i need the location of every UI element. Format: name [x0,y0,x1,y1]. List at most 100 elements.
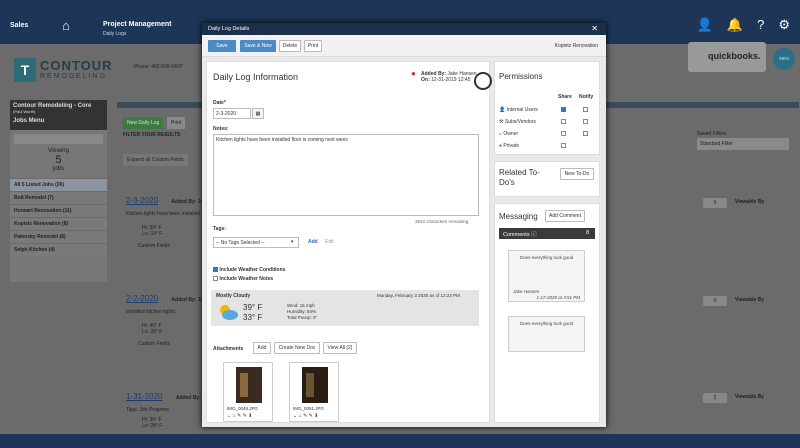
attachment-actions-icon[interactable]: ⌄ ⌂ ✎ ✎ ⬇ [293,413,318,419]
print-list-button[interactable]: Print [167,117,186,129]
notify-checkbox[interactable] [583,107,588,112]
project-management-sub: Daily Logs [103,31,127,37]
entry-comment-count[interactable]: 2 [703,393,727,403]
viewing-count: Viewing 5 jobs [48,148,69,172]
job-name: Kopietz Renovation [554,43,598,49]
permissions-title: Permissions [499,72,543,81]
company-user: (Paul Wurth) [13,109,36,114]
save-button[interactable]: Save [208,40,236,52]
view-all-button[interactable]: View All (2) [323,342,357,354]
sales-menu[interactable]: Sales [10,22,28,29]
attachment-add-button[interactable]: Add [253,342,271,354]
saved-filters-select[interactable]: Standard Filter [697,138,789,150]
notify-column-label: Notify [579,94,594,100]
modal-header: Daily Log Details ✕ [202,23,606,35]
weather-panel: Mostly Cloudy Monday, February 3 2020 as… [211,290,479,326]
attachment-actions-icon[interactable]: ⌄ ⌂ ✎ ✎ ⬇ [227,413,252,419]
log-entry[interactable]: 2-2-2020 Added By: Ja Installed kitchen … [126,294,203,347]
user-icon[interactable]: 👤 [697,17,713,33]
job-item[interactable]: Kopietz Renovation (8) [10,217,107,230]
comments-count: 8 [585,230,589,236]
attachments-label: Attachments [213,346,244,352]
bottom-bar [0,434,800,448]
comment-note: Does everything look good [508,316,585,352]
home-icon[interactable]: ⌂ [62,18,70,33]
messaging-card: Messaging Add Comment Comments ⓘ 8 Does … [494,203,600,423]
comment-time: 1-17-2020 at 3:51 PM [536,295,580,300]
bell-icon[interactable]: 🔔 [727,17,743,33]
modal-toolbar: Save Save & New Delete Print Kopietz Ren… [202,35,606,57]
weather-datetime: Monday, February 3 2020 as of 12:23 PM [377,293,460,298]
notify-checkbox[interactable] [583,119,588,124]
modal-body: Daily Log Information ● Added By: Jake H… [202,57,606,427]
project-management-menu[interactable]: Project Management [103,21,171,28]
save-and-new-button[interactable]: Save & New [240,40,276,52]
share-checkbox[interactable] [561,107,566,112]
notes-textarea[interactable]: Kitchen lights have been installed floor… [213,134,479,216]
section-title: Daily Log Information [213,72,299,82]
job-item[interactable]: Horwart Renovation (11) [10,204,107,217]
job-item[interactable]: All 5 Listed Jobs (36) [10,178,107,191]
include-weather-checkbox[interactable]: Include Weather Conditions [213,267,285,273]
added-by: Added By: Jake Hansen On: 12-31-2019 12:… [421,71,477,83]
notes-label: Notes: [213,126,229,132]
job-item[interactable]: Selph Kitchen (4) [10,243,107,256]
new-daily-log-button[interactable]: New Daily Log [123,117,164,129]
attachment-image[interactable] [236,367,262,403]
attachment-thumbnail[interactable]: IMG_0048.JPG ⌄ ⌂ ✎ ✎ ⬇ [223,362,273,422]
entry-comment-count[interactable]: 9 [703,198,727,208]
expand-custom-fields-button[interactable]: Expand all Custom Fields [123,154,188,166]
date-input[interactable]: 2-3-2020 [213,108,251,119]
help-icon[interactable]: ? [757,17,764,33]
quickbooks-logo: quickbooks. [688,42,766,72]
private-icon: ● [499,143,503,149]
chevron-down-icon[interactable]: ▾ [291,239,294,245]
weather-condition: Mostly Cloudy [216,293,251,299]
attachment-thumbnail[interactable]: IMG_0051.JPG ⌄ ⌂ ✎ ✎ ⬇ [289,362,339,422]
user-icon: 👤 [499,107,506,113]
tags-edit-link[interactable]: Edit [325,239,334,245]
attachment-image[interactable] [302,367,328,403]
job-item[interactable]: Bolt Remodel (7) [10,191,107,204]
jobs-sidebar: Contour Remodeling - Core (Paul Wurth) J… [10,100,107,282]
new-todo-button[interactable]: New To-Do [560,168,594,180]
related-todos-title: Related To- Do's [499,168,540,187]
close-icon[interactable]: ✕ [591,24,598,33]
include-weather-notes-checkbox[interactable]: Include Weather Notes [213,276,273,282]
permissions-card: Permissions Share Notify 👤 Internal User… [494,61,600,155]
tags-add-link[interactable]: Add [308,239,318,245]
tags-select[interactable]: -- No Tags Selected -- [213,237,299,248]
company-phone: Phone: 402-506-6407 [134,64,183,70]
comments-header[interactable]: Comments ⓘ 8 [499,228,595,239]
job-item[interactable]: Palensky Remodel (6) [10,230,107,243]
filter-results-toggle[interactable]: FILTER YOUR RESULTS [123,132,180,138]
calendar-icon[interactable]: ▦ [252,108,264,119]
related-todos-card: Related To- Do's New To-Do [494,161,600,197]
location-pin-icon[interactable]: ● [411,69,416,78]
jobs-list: All 5 Listed Jobs (36) Bolt Remodel (7) … [10,178,107,256]
viewable-by-label: Viewable By [735,199,765,205]
jobs-menu[interactable]: Jobs Menu [13,118,104,124]
jobs-search-input[interactable] [14,134,103,144]
gear-icon[interactable]: ⚙ [778,17,790,33]
weather-precip: Total Precip: 0" [287,315,318,320]
modal-title: Daily Log Details [208,26,250,32]
notify-checkbox[interactable] [583,131,588,136]
add-comment-button[interactable]: Add Comment [545,210,585,222]
create-new-doc-button[interactable]: Create New Doc [274,342,320,354]
xero-logo: xero [773,48,795,70]
viewable-by-label: Viewable By [735,394,765,400]
company-logo: T CONTOUR REMODELING [14,58,114,84]
print-button[interactable]: Print [304,40,322,52]
comment-note: Does everything look good Jake Hansen 1-… [508,250,585,302]
permission-row: ⚒ Subs/Vendors [499,119,537,125]
log-entry[interactable]: 1-31-2020 Added By: Ton Tags: Job Progre… [126,392,211,429]
daily-log-info-card: Daily Log Information ● Added By: Jake H… [206,61,490,423]
share-checkbox[interactable] [561,143,566,148]
share-checkbox[interactable] [561,119,566,124]
viewable-by-label: Viewable By [735,297,765,303]
share-checkbox[interactable] [561,131,566,136]
tags-label: Tags: [213,226,226,232]
entry-comment-count[interactable]: 0 [703,296,727,306]
delete-button[interactable]: Delete [279,40,301,52]
